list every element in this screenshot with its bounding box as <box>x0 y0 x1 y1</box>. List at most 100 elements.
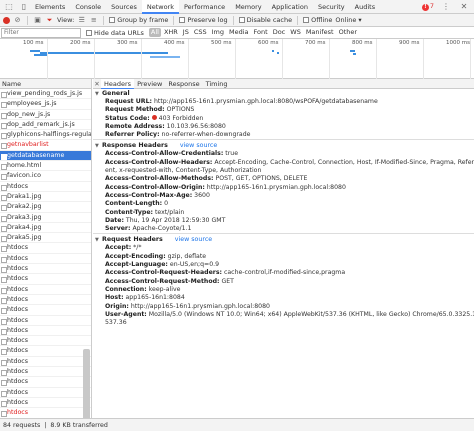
filter-icon[interactable]: ⏷ <box>45 16 54 25</box>
request-row[interactable]: Draka5.jpg <box>0 233 91 244</box>
request-row[interactable]: dop_new_js.js <box>0 110 91 120</box>
tab-sources[interactable]: Sources <box>106 0 142 14</box>
request-row[interactable]: htdocs <box>0 305 91 316</box>
tab-elements[interactable]: Elements <box>30 0 70 14</box>
tab-security[interactable]: Security <box>313 0 350 14</box>
close-detail-icon[interactable]: ✕ <box>93 80 101 88</box>
view-source-link[interactable]: view source <box>180 142 217 149</box>
request-row[interactable]: htdocs <box>0 182 91 192</box>
header-row: Server: Apache-Coyote/1.1 <box>95 225 474 233</box>
filter-type-media[interactable]: Media <box>227 28 251 37</box>
header-name: Status Code: <box>105 114 150 122</box>
request-row[interactable]: htdocs <box>0 316 91 326</box>
record-icon[interactable] <box>3 16 10 24</box>
error-count-badge[interactable]: ! 7 <box>421 2 434 11</box>
request-row[interactable]: htdocs <box>0 243 91 254</box>
header-value-continued: ent, x-requested-with, Content-Type, Aut… <box>105 167 262 175</box>
request-row[interactable]: employees_js.js <box>0 99 91 110</box>
close-icon[interactable]: ✕ <box>458 1 470 13</box>
request-row[interactable]: htdocs <box>0 357 91 368</box>
requests-scrollbar[interactable] <box>83 349 90 418</box>
filter-type-img[interactable]: Img <box>210 28 226 37</box>
clear-icon[interactable]: ⊘ <box>13 16 22 25</box>
timeline-bar <box>277 52 279 54</box>
request-row[interactable]: htdocs <box>0 295 91 306</box>
request-row[interactable]: htdocs <box>0 326 91 337</box>
requests-panel: Name view_pending_rods_js.js employees_js… <box>0 79 92 418</box>
request-row[interactable]: htdocs <box>0 264 91 275</box>
tab-performance[interactable]: Performance <box>179 0 230 14</box>
tab-audits[interactable]: Audits <box>350 0 380 14</box>
overview-icon[interactable]: ≡ <box>89 16 98 25</box>
request-row[interactable]: view_pending_rods_js.js <box>0 89 91 100</box>
request-row[interactable]: htdocs <box>0 398 91 409</box>
request-row[interactable]: htdocs <box>0 336 91 347</box>
tab-console[interactable]: Console <box>70 0 106 14</box>
header-value: http://app165-16n1.prysmian.gph.local:80… <box>206 183 346 191</box>
request-row[interactable]: favicon.ico <box>0 171 91 182</box>
network-toolbar: ⊘ ▣ ⏷ View: ☰ ≡ Group by frame Preserve … <box>0 14 474 27</box>
request-row[interactable]: Draka3.jpg <box>0 213 91 223</box>
request-row[interactable]: htdocs <box>0 388 91 398</box>
detail-tab-timing[interactable]: Timing <box>203 79 231 89</box>
large-rows-icon[interactable]: ☰ <box>77 16 86 25</box>
tab-network[interactable]: Network <box>141 0 179 14</box>
request-row[interactable]: htdocs <box>0 346 91 357</box>
detail-tab-preview[interactable]: Preview <box>134 79 165 89</box>
timeline-bar <box>40 52 168 54</box>
capture-screenshots-icon[interactable]: ▣ <box>33 16 42 25</box>
header-row: Date: Thu, 19 Apr 2018 12:59:30 GMT <box>95 217 474 225</box>
filter-type-xhr[interactable]: XHR <box>162 28 180 37</box>
request-row[interactable]: htdocs <box>0 274 91 285</box>
header-name: Accept-Language: <box>105 261 168 269</box>
timeline-overview[interactable]: 100 ms 200 ms 300 ms 400 ms 500 ms 600 ms 700 … <box>0 39 474 79</box>
timeline-ticks: 100 ms 200 ms 300 ms 400 ms 500 ms 600 ms 700 … <box>0 39 474 47</box>
timeline-bar <box>350 50 355 52</box>
disable-cache-checkbox[interactable]: Disable cache <box>238 16 292 24</box>
device-toolbar-icon[interactable]: ▯ <box>18 1 30 13</box>
offline-checkbox[interactable]: Offline <box>303 16 332 24</box>
timeline-tick-label: 500 ms <box>211 40 232 46</box>
filter-type-manifest[interactable]: Manifest <box>304 28 336 37</box>
request-row[interactable]: Draka2.jpg <box>0 202 91 213</box>
filter-type-css[interactable]: CSS <box>192 28 209 37</box>
detail-tab-response[interactable]: Response <box>165 79 202 89</box>
filter-input[interactable] <box>1 27 81 38</box>
request-row[interactable]: getdatabasename <box>0 150 91 162</box>
filter-type-doc[interactable]: Doc <box>271 28 288 37</box>
request-row[interactable]: htdocs <box>0 285 91 295</box>
hide-data-urls-checkbox[interactable]: Hide data URLs <box>86 29 144 37</box>
request-headers-header[interactable]: ▼ Request Headers view source <box>95 235 474 244</box>
filter-type-font[interactable]: Font <box>252 28 270 37</box>
request-row[interactable]: getnavbarlist <box>0 140 91 151</box>
preserve-log-checkbox[interactable]: Preserve log <box>179 16 228 24</box>
request-row[interactable]: Draka1.jpg <box>0 192 91 203</box>
request-row[interactable]: htdocs <box>0 408 91 418</box>
tab-memory[interactable]: Memory <box>230 0 266 14</box>
detail-tab-headers[interactable]: Headers <box>101 79 135 89</box>
view-source-link[interactable]: view source <box>175 236 212 243</box>
request-row[interactable]: htdocs <box>0 254 91 265</box>
response-headers-section: ▼ Response Headers view source Access-Cont… <box>93 141 474 233</box>
filter-type-js[interactable]: JS <box>181 28 191 37</box>
header-name: Content-Length: <box>105 200 163 208</box>
network-status-bar: 84 requests | 8.9 KB transferred <box>0 418 474 431</box>
inspect-element-icon[interactable]: ⬚ <box>3 1 15 13</box>
filter-type-other[interactable]: Other <box>337 28 359 37</box>
general-section-header[interactable]: ▼ General <box>95 89 474 98</box>
request-row[interactable]: Draka4.jpg <box>0 223 91 234</box>
tab-application[interactable]: Application <box>267 0 313 14</box>
throttling-select[interactable]: Online ▾ <box>335 16 361 24</box>
request-row[interactable]: glyphicons-halflings-regular.w <box>0 130 91 141</box>
request-row[interactable]: home.html <box>0 161 91 172</box>
response-headers-header[interactable]: ▼ Response Headers view source <box>95 141 474 150</box>
group-by-frame-checkbox[interactable]: Group by frame <box>109 16 168 24</box>
filter-type-all[interactable]: All <box>148 28 161 37</box>
header-name: Date: <box>105 216 124 224</box>
request-row[interactable]: dop_add_remark_js.js <box>0 120 91 131</box>
filter-type-ws[interactable]: WS <box>288 28 303 37</box>
request-row[interactable]: htdocs <box>0 367 91 378</box>
more-options-icon[interactable]: ⋮ <box>440 1 452 13</box>
request-row[interactable]: htdocs <box>0 377 91 388</box>
name-column-header[interactable]: Name <box>0 79 91 89</box>
